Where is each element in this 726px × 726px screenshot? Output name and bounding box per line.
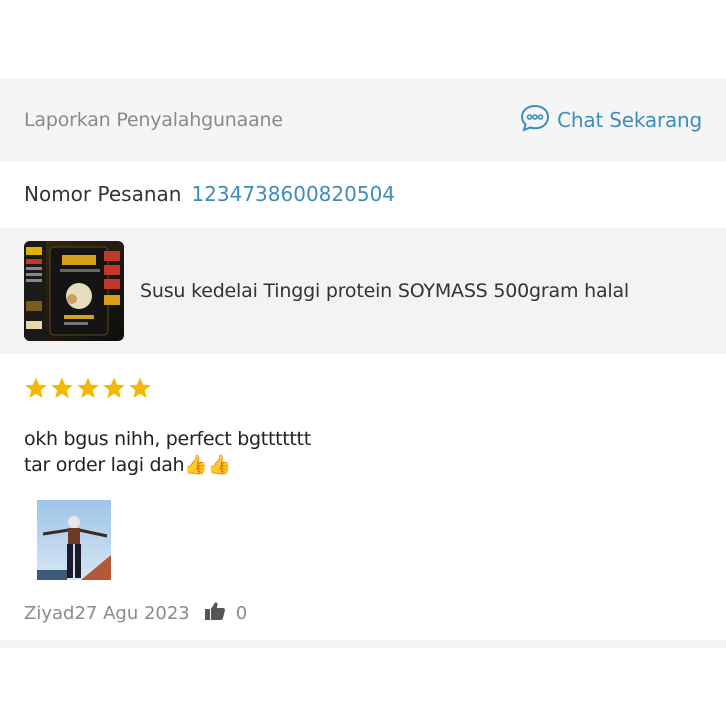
chat-now-button[interactable]: Chat Sekarang [519,103,702,137]
product-name[interactable]: Susu kedelai Tinggi protein SOYMASS 500g… [140,280,629,302]
review-author: Ziyad [24,603,75,624]
star-icon [25,377,47,398]
section-divider [0,640,726,648]
chat-now-label: Chat Sekarang [557,108,702,132]
order-number-label: Nomor Pesanan [24,182,182,206]
thumbs-up-emoji: 👍👍 [184,454,232,476]
star-icon [51,377,73,398]
order-number-value[interactable]: 1234738600820504 [191,182,395,206]
star-icon [103,377,125,398]
review-date: 27 Agu 2023 [74,603,190,624]
like-count: 0 [235,603,248,624]
product-thumbnail[interactable] [24,241,124,341]
chat-bubble-icon [519,103,551,137]
thumbs-up-icon [204,601,226,626]
report-abuse-link[interactable]: Laporkan Penyalahgunaane [24,109,283,131]
product-card[interactable]: Susu kedelai Tinggi protein SOYMASS 500g… [0,228,726,354]
like-button[interactable]: 0 [204,601,247,626]
review-line-2: tar order lagi dah [24,454,185,476]
review-card: okh bgus nihh, perfect bgttttttt tar ord… [0,356,726,642]
review-line-1: okh bgus nihh, perfect bgttttttt [24,428,311,450]
star-icon [129,377,151,398]
order-number-row: Nomor Pesanan 1234738600820504 [0,162,726,226]
review-meta: Ziyad 27 Agu 2023 0 [24,601,247,626]
report-chat-bar: Laporkan Penyalahgunaane Chat Sekarang [0,78,726,162]
star-icon [77,377,99,398]
review-text: okh bgus nihh, perfect bgttttttt tar ord… [24,426,311,478]
rating-stars [24,376,152,400]
review-photo[interactable] [37,500,111,580]
